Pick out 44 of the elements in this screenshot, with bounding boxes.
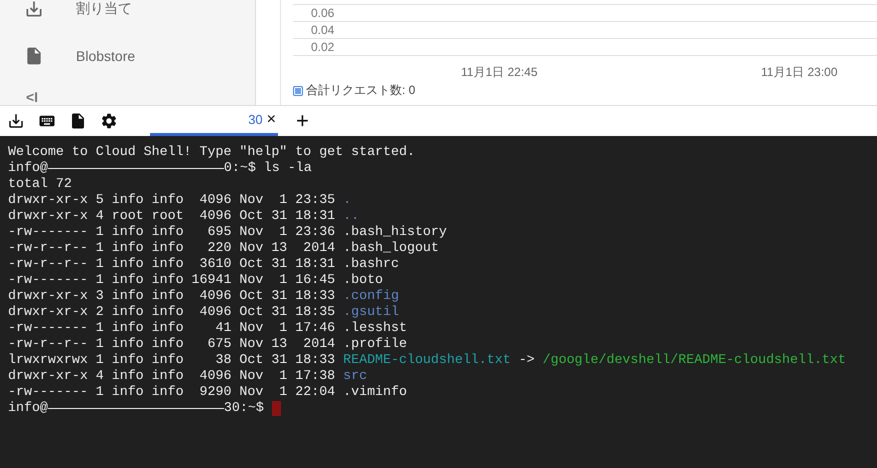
terminal-text: drwxr-xr-x 4 root root 4096 Oct 31 18:31 xyxy=(8,208,336,224)
tray-icon xyxy=(24,0,44,20)
terminal-text: Welcome to Cloud Shell! Type "help" to get started. xyxy=(8,144,415,160)
close-button[interactable]: × xyxy=(266,110,276,128)
terminal-text: -rw------- 1 info info 16941 Nov 1 16:45 .boto xyxy=(8,272,384,288)
terminal-text: /google/devshell/README-cloudshell.txt xyxy=(542,352,846,368)
terminal-text: -rw------- 1 info info 9290 Nov 1 22:04 .viminfo xyxy=(8,384,407,400)
terminal-text: 30:~$ xyxy=(224,400,265,416)
terminal-text: src xyxy=(343,368,368,384)
cursor xyxy=(272,400,281,416)
terminal-text: drwxr-xr-x 4 info info 4096 Nov 1 17:38 xyxy=(8,368,336,384)
terminal-text: drwxr-xr-x 3 info info 4096 Oct 31 18:33 xyxy=(8,288,336,304)
terminal-text: .. xyxy=(343,208,360,224)
terminal-text: drwxr-xr-x 2 info info 4096 Oct 31 18:35 xyxy=(8,304,336,320)
terminal-text: README-cloudshell.txt xyxy=(343,352,511,368)
terminal-text: info@ xyxy=(8,160,48,176)
terminal-text: . xyxy=(343,192,352,208)
terminal-text: -rw-r--r-- 1 info info 3610 Oct 31 18:31 .bashrc xyxy=(8,256,399,272)
terminal-text: -> xyxy=(518,352,536,368)
y-axis-label: 0.06 xyxy=(311,6,334,20)
terminal-text: lrwxrwxrwx 1 info info 38 Oct 31 18:33 xyxy=(8,352,336,368)
terminal-text: 0:~$ ls -la xyxy=(224,160,312,176)
terminal-text: info@ xyxy=(8,400,48,416)
terminal-text: .config xyxy=(343,288,399,304)
legend-label: 合計リクエスト数: 0 xyxy=(306,82,416,99)
legend-checkbox[interactable] xyxy=(293,86,303,96)
sidebar-item[interactable]: Blobstore xyxy=(76,48,136,64)
collapse-toggle[interactable]: <I xyxy=(26,89,255,105)
y-axis-label: 0.04 xyxy=(311,23,334,37)
terminal-text: -rw------- 1 info info 695 Nov 1 23:36 .bash_history xyxy=(8,224,447,240)
add-tab-button[interactable]: + xyxy=(292,110,313,132)
y-axis-label: 0.02 xyxy=(311,40,334,54)
settings-icon[interactable] xyxy=(100,112,118,130)
terminal-text: .gsutil xyxy=(343,304,399,320)
terminal-tab[interactable]: 30 × xyxy=(150,106,278,136)
terminal-text: total 72 xyxy=(8,176,72,192)
upload-icon[interactable] xyxy=(6,112,24,130)
terminal-text: -rw-r--r-- 1 info info 220 Nov 13 2014 .bash_logout xyxy=(8,240,439,256)
terminal-text: -rw-r--r-- 1 info info 675 Nov 13 2014 .profile xyxy=(8,336,407,352)
terminal-text: -rw------- 1 info info 41 Nov 1 17:46 .lesshst xyxy=(8,320,407,336)
x-axis-label: 11月1日 23:00 xyxy=(761,64,838,81)
sidebar-item[interactable]: 割り当て xyxy=(76,0,132,18)
terminal-text: drwxr-xr-x 5 info info 4096 Nov 1 23:35 xyxy=(8,192,336,208)
x-axis-label: 11月1日 22:45 xyxy=(461,64,538,81)
